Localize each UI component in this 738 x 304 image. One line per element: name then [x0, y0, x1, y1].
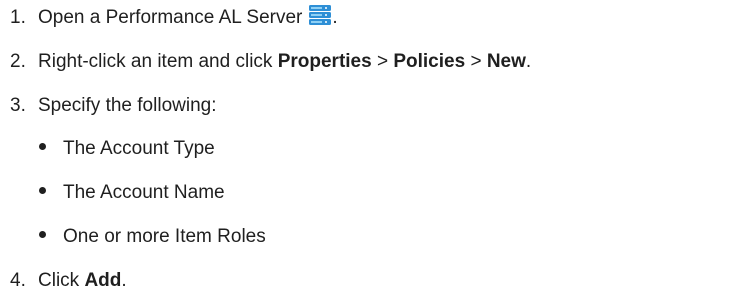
step-punctuation: .	[121, 270, 127, 291]
step-1: 1. Open a Performance AL Server .	[10, 4, 338, 32]
separator: >	[465, 51, 487, 72]
step-text: Open a Performance AL Server	[38, 7, 303, 28]
new-term: New	[486, 51, 526, 72]
sub-item: The Account Type	[39, 135, 215, 163]
step-text: Specify the following:	[38, 95, 217, 116]
bullet-icon	[39, 143, 46, 151]
instruction-document: 1. Open a Performance AL Server . 2. Right…	[0, 0, 738, 304]
step-text: Click	[38, 270, 85, 291]
policies-term: Policies	[393, 51, 466, 72]
sub-item-text: The Account Name	[63, 182, 225, 203]
step-punctuation: .	[525, 51, 532, 72]
step-number: 3.	[10, 95, 26, 116]
step-number: 4.	[10, 270, 26, 291]
bullet-icon	[39, 187, 46, 195]
step-2: 2. Right-click an item and click Properti…	[10, 48, 531, 76]
sub-item: One or more Item Roles	[39, 223, 266, 251]
step-3: 3. Specify the following:	[10, 92, 217, 120]
step-punctuation: .	[332, 7, 338, 28]
step-text: Right-click an item and click	[38, 51, 278, 72]
bullet-icon	[39, 231, 46, 239]
sub-item-text: One or more Item Roles	[63, 226, 266, 247]
add-term: Add	[84, 270, 122, 291]
sub-item-text: The Account Type	[63, 138, 215, 159]
server-icon	[308, 4, 332, 26]
step-number: 1.	[10, 7, 26, 28]
separator: >	[371, 51, 394, 72]
sub-item: The Account Name	[39, 179, 225, 207]
step-4: 4. Click Add.	[10, 267, 127, 295]
properties-term: Properties	[277, 51, 372, 72]
step-number: 2.	[10, 51, 26, 72]
